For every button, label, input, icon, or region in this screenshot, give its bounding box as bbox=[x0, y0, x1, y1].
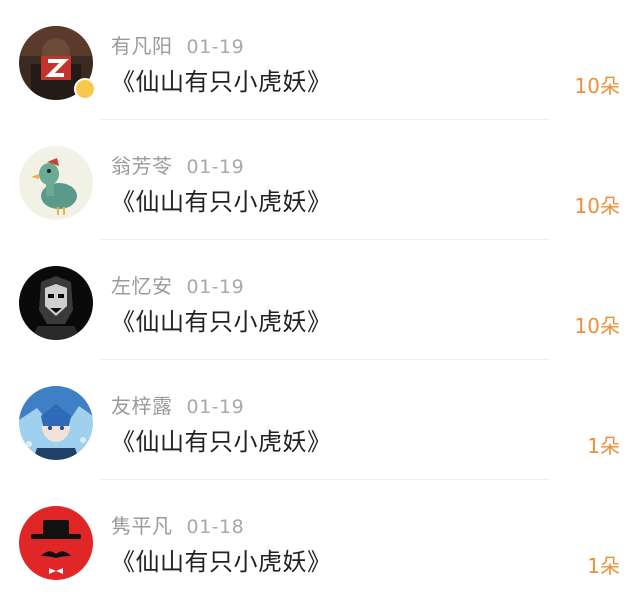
verified-badge-icon bbox=[74, 78, 96, 100]
user-name[interactable]: 翁芳苓 bbox=[111, 154, 173, 178]
list-item[interactable]: 有凡阳 01-19 《仙山有只小虎妖》 10朵 bbox=[0, 0, 640, 120]
duck-avatar-icon[interactable] bbox=[19, 146, 93, 220]
flower-count: 10朵 bbox=[574, 194, 620, 218]
flower-count: 10朵 bbox=[574, 314, 620, 338]
gift-date: 01-19 bbox=[186, 36, 245, 58]
gift-date: 01-19 bbox=[186, 396, 245, 418]
list-item[interactable]: 左忆安 01-19 《仙山有只小虎妖》 10朵 bbox=[0, 240, 640, 360]
flower-count: 1朵 bbox=[587, 434, 620, 458]
hat-mustache-avatar-icon[interactable] bbox=[19, 506, 93, 580]
book-title[interactable]: 《仙山有只小虎妖》 bbox=[111, 302, 332, 337]
book-title[interactable]: 《仙山有只小虎妖》 bbox=[111, 542, 332, 577]
gift-date: 01-18 bbox=[186, 516, 245, 538]
user-name[interactable]: 隽平凡 bbox=[111, 514, 173, 538]
anime-boy-avatar-icon[interactable] bbox=[19, 386, 93, 460]
list-item[interactable]: 隽平凡 01-18 《仙山有只小虎妖》 1朵 bbox=[0, 480, 640, 600]
book-title[interactable]: 《仙山有只小虎妖》 bbox=[111, 62, 332, 97]
book-title[interactable]: 《仙山有只小虎妖》 bbox=[111, 182, 332, 217]
skull-mask-avatar-icon[interactable] bbox=[19, 266, 93, 340]
flower-count: 1朵 bbox=[587, 554, 620, 578]
gift-date: 01-19 bbox=[186, 156, 245, 178]
gift-list: 有凡阳 01-19 《仙山有只小虎妖》 10朵 翁芳苓 01-19 《仙山有只小虎妖… bbox=[0, 0, 640, 597]
flower-count: 10朵 bbox=[574, 74, 620, 98]
gift-date: 01-19 bbox=[186, 276, 245, 298]
book-title[interactable]: 《仙山有只小虎妖》 bbox=[111, 422, 332, 457]
list-item[interactable]: 翁芳苓 01-19 《仙山有只小虎妖》 10朵 bbox=[0, 120, 640, 240]
user-name[interactable]: 左忆安 bbox=[111, 274, 173, 298]
user-name[interactable]: 友梓露 bbox=[111, 394, 173, 418]
list-item[interactable]: 友梓露 01-19 《仙山有只小虎妖》 1朵 bbox=[0, 360, 640, 480]
user-name[interactable]: 有凡阳 bbox=[111, 34, 173, 58]
